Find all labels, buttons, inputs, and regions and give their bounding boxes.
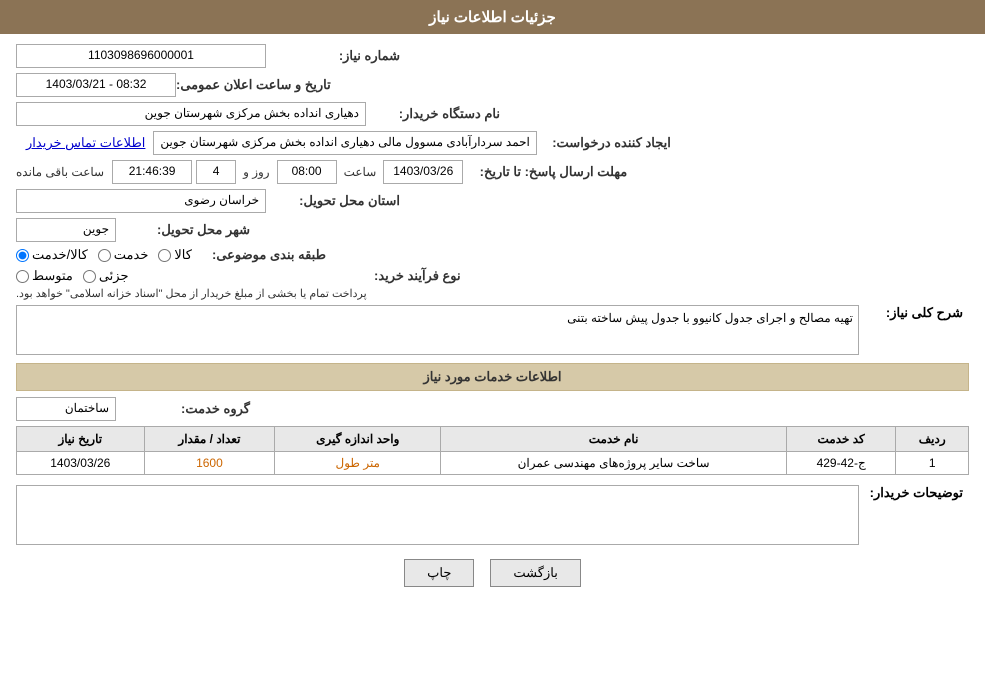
col-unit: واحد اندازه گیری	[275, 427, 441, 452]
description-value: تهیه مصالح و اجرای جدول کانیوو با جدول پ…	[16, 305, 859, 355]
process-medium-radio[interactable]	[16, 270, 29, 283]
category-khedmat-radio[interactable]	[98, 249, 111, 262]
creator-contact-link[interactable]: اطلاعات تماس خریدار	[26, 135, 145, 151]
announce-date-label: تاریخ و ساعت اعلان عمومی:	[176, 77, 337, 93]
deadline-day-label: روز و	[243, 165, 270, 179]
deadline-days: 4	[196, 160, 236, 184]
process-medium[interactable]: متوسط	[16, 268, 73, 284]
back-button[interactable]: بازگشت	[490, 559, 580, 587]
col-date: تاریخ نیاز	[17, 427, 145, 452]
col-name: نام خدمت	[441, 427, 787, 452]
bottom-buttons: بازگشت چاپ	[16, 559, 969, 587]
remaining-label: ساعت باقی مانده	[16, 165, 104, 179]
cell-row: 1	[896, 452, 969, 475]
service-group-value: ساختمان	[16, 397, 116, 421]
description-content: تهیه مصالح و اجرای جدول کانیوو با جدول پ…	[16, 305, 859, 355]
city-value: جوین	[16, 218, 116, 242]
buyer-org-value: دهیاری انداده بخش مرکزی شهرستان جوین	[16, 102, 366, 126]
category-khedmat[interactable]: خدمت	[98, 247, 149, 263]
process-note: پرداخت تمام یا بخشی از مبلغ خریدار از مح…	[16, 287, 367, 300]
province-value: خراسان رضوی	[16, 189, 266, 213]
buyer-desc-label: توضیحات خریدار:	[859, 485, 969, 501]
print-button[interactable]: چاپ	[404, 559, 474, 587]
process-partial-label: جزئی	[99, 268, 129, 284]
main-content: شماره نیاز: 1103098696000001 تاریخ و ساع…	[0, 34, 985, 607]
cell-date: 1403/03/26	[17, 452, 145, 475]
description-label: شرح کلی نیاز:	[859, 305, 969, 321]
buyer-desc-value	[16, 485, 859, 545]
table-row: 1 ج-42-429 ساخت سایر پروژه‌های مهندسی عم…	[17, 452, 969, 475]
buyer-desc-content	[16, 485, 859, 545]
page-title: جزئیات اطلاعات نیاز	[429, 9, 556, 26]
buyer-desc-section: توضیحات خریدار:	[16, 485, 969, 545]
buyer-org-label: نام دستگاه خریدار:	[366, 106, 506, 122]
category-options: کالا خدمت کالا/خدمت	[16, 247, 192, 263]
deadline-time: 08:00	[277, 160, 337, 184]
process-options-group: جزئی متوسط پرداخت تمام یا بخشی از مبلغ خ…	[16, 268, 367, 300]
col-qty: تعداد / مقدار	[144, 427, 275, 452]
deadline-remaining: 21:46:39	[112, 160, 192, 184]
cell-name: ساخت سایر پروژه‌های مهندسی عمران	[441, 452, 787, 475]
deadline-date: 1403/03/26	[383, 160, 463, 184]
process-medium-label: متوسط	[32, 268, 73, 284]
process-inner: جزئی متوسط	[16, 268, 129, 284]
category-row: طبقه بندی موضوعی: کالا خدمت کالا/خدمت	[16, 247, 969, 263]
creator-row: ایجاد کننده درخواست: احمد سردارآبادی مسو…	[16, 131, 969, 155]
service-group-row: گروه خدمت: ساختمان	[16, 397, 969, 421]
category-kala-khedmat-label: کالا/خدمت	[32, 247, 88, 263]
deadline-row: مهلت ارسال پاسخ: تا تاریخ: 1403/03/26 سا…	[16, 160, 969, 184]
province-label: استان محل تحویل:	[266, 193, 406, 209]
announce-date-row: تاریخ و ساعت اعلان عمومی: 1403/03/21 - 0…	[16, 73, 969, 97]
announce-date-value: 1403/03/21 - 08:32	[16, 73, 176, 97]
description-section: شرح کلی نیاز: تهیه مصالح و اجرای جدول کا…	[16, 305, 969, 355]
deadline-time-label: ساعت	[344, 165, 377, 179]
col-code: کد خدمت	[786, 427, 895, 452]
services-table: ردیف کد خدمت نام خدمت واحد اندازه گیری ت…	[16, 426, 969, 475]
category-kala[interactable]: کالا	[158, 247, 192, 263]
cell-code: ج-42-429	[786, 452, 895, 475]
creator-label: ایجاد کننده درخواست:	[537, 135, 677, 151]
page-header: جزئیات اطلاعات نیاز	[0, 0, 985, 34]
deadline-label: مهلت ارسال پاسخ: تا تاریخ:	[467, 164, 627, 180]
category-label: طبقه بندی موضوعی:	[192, 247, 332, 263]
process-row: نوع فرآیند خرید: جزئی متوسط پرداخت تمام …	[16, 268, 969, 300]
need-number-label: شماره نیاز:	[266, 48, 406, 64]
buyer-org-row: نام دستگاه خریدار: دهیاری انداده بخش مرک…	[16, 102, 969, 126]
category-kala-radio[interactable]	[158, 249, 171, 262]
process-partial[interactable]: جزئی	[83, 268, 129, 284]
province-row: استان محل تحویل: خراسان رضوی	[16, 189, 969, 213]
category-kala-khedmat[interactable]: کالا/خدمت	[16, 247, 88, 263]
category-kala-label: کالا	[174, 247, 192, 263]
services-section-title: اطلاعات خدمات مورد نیاز	[16, 363, 969, 391]
process-partial-radio[interactable]	[83, 270, 96, 283]
page-container: جزئیات اطلاعات نیاز شماره نیاز: 11030986…	[0, 0, 985, 691]
category-khedmat-label: خدمت	[114, 247, 149, 263]
process-label: نوع فرآیند خرید:	[367, 268, 467, 284]
cell-qty: 1600	[144, 452, 275, 475]
cell-unit: متر طول	[275, 452, 441, 475]
city-row: شهر محل تحویل: جوین	[16, 218, 969, 242]
col-row: ردیف	[896, 427, 969, 452]
category-kala-khedmat-radio[interactable]	[16, 249, 29, 262]
city-label: شهر محل تحویل:	[116, 222, 256, 238]
need-number-value: 1103098696000001	[16, 44, 266, 68]
need-number-row: شماره نیاز: 1103098696000001	[16, 44, 969, 68]
creator-value: احمد سردارآبادی مسوول مالی دهیاری انداده…	[153, 131, 536, 155]
service-group-label: گروه خدمت:	[116, 401, 256, 417]
